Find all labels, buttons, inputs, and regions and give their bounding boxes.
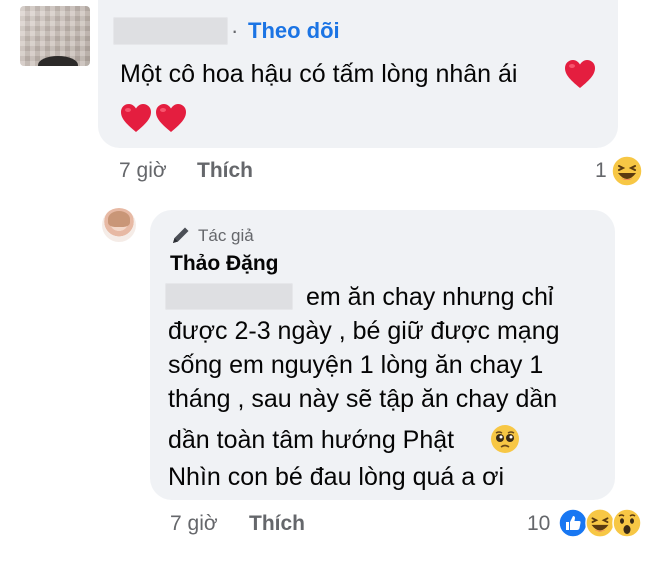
- heart-icon: [121, 104, 151, 132]
- like-icon[interactable]: [558, 508, 588, 538]
- like-button[interactable]: Thích: [249, 512, 305, 536]
- separator-dot: ·: [231, 18, 239, 43]
- like-button[interactable]: Thích: [197, 159, 253, 183]
- comment-time[interactable]: 7 giờ: [119, 159, 167, 183]
- commenter-name-blurred[interactable]: [113, 17, 228, 45]
- reply-text-line: em ăn chay nhưng chỉ: [306, 283, 554, 311]
- reply-text-line: tháng , sau này sẽ tập ăn chay dần: [168, 385, 558, 413]
- heart-icon: [565, 60, 595, 88]
- laugh-emoji-icon[interactable]: [611, 155, 643, 187]
- laugh-emoji-icon[interactable]: [585, 508, 615, 538]
- pleading-emoji-icon: [491, 425, 519, 453]
- reply-text-line: được 2-3 ngày , bé giữ được mạng: [168, 317, 560, 345]
- author-name[interactable]: Thảo Đặng: [170, 252, 279, 276]
- commenter-avatar[interactable]: [20, 6, 90, 66]
- wow-emoji-icon[interactable]: [612, 508, 642, 538]
- reaction-count[interactable]: 1: [595, 159, 607, 183]
- author-avatar[interactable]: [102, 208, 136, 242]
- reply-text-line: Nhìn con bé đau lòng quá a ơi: [168, 463, 505, 491]
- reply-text-line: sống em nguyện 1 lòng ăn chay 1: [168, 351, 544, 379]
- tagged-name-blurred[interactable]: [165, 283, 293, 310]
- reply-time[interactable]: 7 giờ: [170, 512, 218, 536]
- reply-text-line: dần toàn tâm hướng Phật: [168, 426, 455, 454]
- comment-text: Một cô hoa hậu có tấm lòng nhân ái: [120, 60, 518, 88]
- author-badge: Tác giả: [198, 226, 254, 245]
- heart-icon: [156, 104, 186, 132]
- follow-link[interactable]: Theo dõi: [248, 18, 340, 44]
- reaction-count[interactable]: 10: [527, 512, 550, 536]
- pen-icon: [173, 227, 189, 243]
